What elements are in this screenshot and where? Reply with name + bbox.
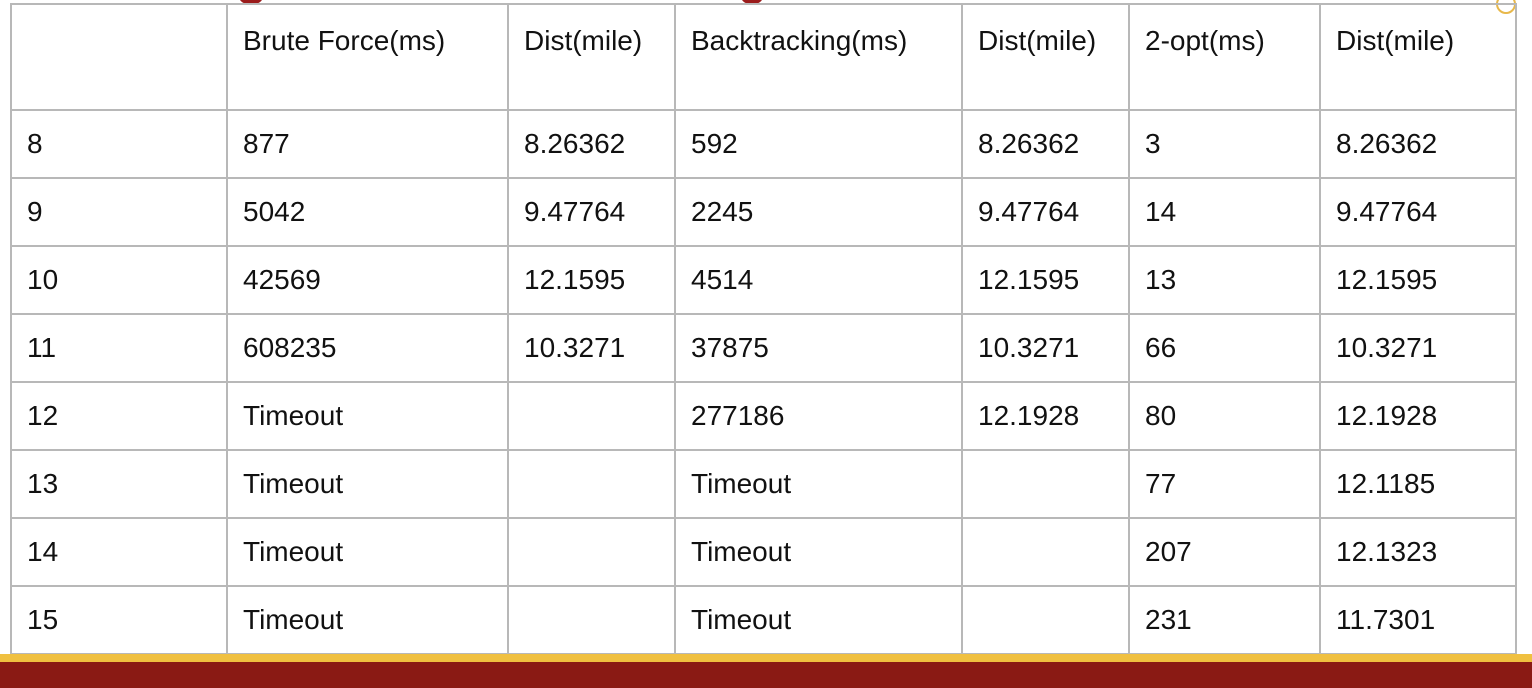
table-row: 14 Timeout Timeout 207 12.1323 [10, 517, 1517, 587]
table-row: 11 608235 10.3271 37875 10.3271 66 10.3271 [10, 313, 1517, 383]
cell-backtracking-dist: 12.1928 [961, 381, 1130, 451]
cell-backtracking-time: Timeout [674, 517, 963, 587]
cell-brute-force-dist [507, 585, 676, 655]
cell-brute-force-dist [507, 449, 676, 519]
cell-brute-force-dist: 8.26362 [507, 109, 676, 179]
cell-brute-force-time: Timeout [226, 449, 509, 519]
cell-cities: 12 [10, 381, 228, 451]
results-table: Brute Force(ms) Dist(mile) Backtracking(… [10, 3, 1517, 655]
cell-backtracking-time: 37875 [674, 313, 963, 383]
cell-2opt-time: 80 [1128, 381, 1321, 451]
table-row: 10 42569 12.1595 4514 12.1595 13 12.1595 [10, 245, 1517, 315]
cell-backtracking-dist [961, 517, 1130, 587]
cell-2opt-dist: 12.1928 [1319, 381, 1517, 451]
cell-brute-force-time: 608235 [226, 313, 509, 383]
table-row: 13 Timeout Timeout 77 12.1185 [10, 449, 1517, 519]
cell-brute-force-dist [507, 517, 676, 587]
table-row: 15 Timeout Timeout 231 11.7301 [10, 585, 1517, 655]
cell-brute-force-time: Timeout [226, 585, 509, 655]
header-cell-backtracking-dist: Dist(mile) [961, 3, 1130, 111]
cell-2opt-dist: 11.7301 [1319, 585, 1517, 655]
table-body: 8 877 8.26362 592 8.26362 3 8.26362 9 5042 9.4776… [10, 109, 1517, 655]
header-cell-2opt-dist: Dist(mile) [1319, 3, 1517, 111]
cell-backtracking-time: 277186 [674, 381, 963, 451]
cell-2opt-dist: 12.1323 [1319, 517, 1517, 587]
cell-2opt-dist: 10.3271 [1319, 313, 1517, 383]
cell-brute-force-time: 42569 [226, 245, 509, 315]
cell-backtracking-dist [961, 449, 1130, 519]
cell-brute-force-time: Timeout [226, 517, 509, 587]
cell-backtracking-dist: 12.1595 [961, 245, 1130, 315]
cell-2opt-time: 13 [1128, 245, 1321, 315]
table-header: Brute Force(ms) Dist(mile) Backtracking(… [10, 3, 1517, 111]
cell-2opt-time: 77 [1128, 449, 1321, 519]
cell-cities: 13 [10, 449, 228, 519]
header-cell-backtracking-time: Backtracking(ms) [674, 3, 963, 111]
header-row: Brute Force(ms) Dist(mile) Backtracking(… [10, 3, 1517, 111]
cell-cities: 11 [10, 313, 228, 383]
cell-backtracking-time: Timeout [674, 585, 963, 655]
cell-cities: 14 [10, 517, 228, 587]
cell-2opt-time: 3 [1128, 109, 1321, 179]
header-cell-corner [10, 3, 228, 111]
cell-2opt-time: 231 [1128, 585, 1321, 655]
cell-backtracking-dist: 8.26362 [961, 109, 1130, 179]
cell-2opt-dist: 8.26362 [1319, 109, 1517, 179]
cell-backtracking-time: 2245 [674, 177, 963, 247]
cell-cities: 9 [10, 177, 228, 247]
cell-2opt-dist: 12.1595 [1319, 245, 1517, 315]
cell-cities: 10 [10, 245, 228, 315]
slide: Brute Force(ms) Dist(mile) Backtracking(… [0, 0, 1532, 688]
cell-brute-force-dist: 10.3271 [507, 313, 676, 383]
cell-backtracking-dist [961, 585, 1130, 655]
cell-backtracking-time: 4514 [674, 245, 963, 315]
header-cell-2opt-time: 2-opt(ms) [1128, 3, 1321, 111]
cell-backtracking-time: Timeout [674, 449, 963, 519]
table-row: 12 Timeout 277186 12.1928 80 12.1928 [10, 381, 1517, 451]
cell-brute-force-time: 877 [226, 109, 509, 179]
footer-bar [0, 654, 1532, 688]
cell-2opt-time: 207 [1128, 517, 1321, 587]
cell-2opt-dist: 12.1185 [1319, 449, 1517, 519]
table-row: 9 5042 9.47764 2245 9.47764 14 9.47764 [10, 177, 1517, 247]
cell-2opt-time: 14 [1128, 177, 1321, 247]
header-cell-brute-force-time: Brute Force(ms) [226, 3, 509, 111]
cell-2opt-dist: 9.47764 [1319, 177, 1517, 247]
cell-brute-force-time: Timeout [226, 381, 509, 451]
table-row: 8 877 8.26362 592 8.26362 3 8.26362 [10, 109, 1517, 179]
cell-backtracking-time: 592 [674, 109, 963, 179]
cell-brute-force-dist: 12.1595 [507, 245, 676, 315]
cell-cities: 15 [10, 585, 228, 655]
cell-brute-force-time: 5042 [226, 177, 509, 247]
cell-backtracking-dist: 9.47764 [961, 177, 1130, 247]
cell-backtracking-dist: 10.3271 [961, 313, 1130, 383]
cell-brute-force-dist: 9.47764 [507, 177, 676, 247]
header-cell-brute-force-dist: Dist(mile) [507, 3, 676, 111]
cell-cities: 8 [10, 109, 228, 179]
cell-brute-force-dist [507, 381, 676, 451]
cell-2opt-time: 66 [1128, 313, 1321, 383]
